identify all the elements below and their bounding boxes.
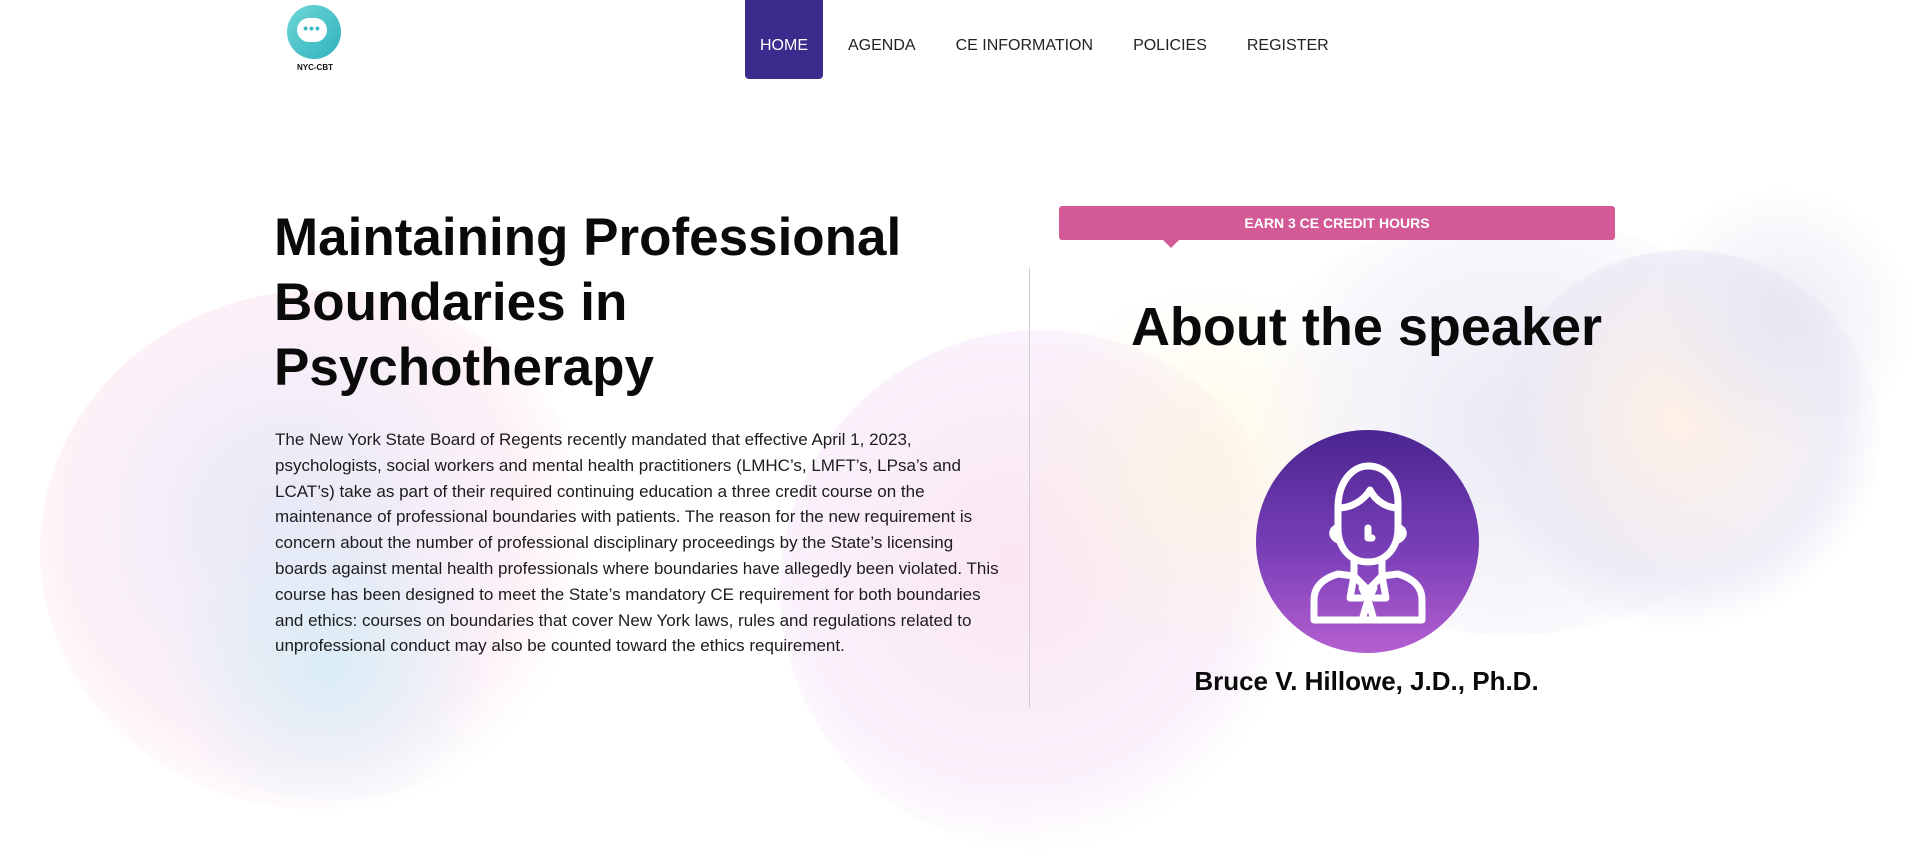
site-logo[interactable]: ••• NYC-CBT bbox=[285, 5, 345, 75]
course-description: The New York State Board of Regents rece… bbox=[275, 430, 999, 656]
person-with-tie-icon bbox=[1310, 462, 1426, 624]
nav-item-register[interactable]: REGISTER bbox=[1232, 0, 1344, 79]
speaker-avatar bbox=[1256, 430, 1479, 653]
page-title: Maintaining Professional Boundaries in P… bbox=[274, 208, 902, 397]
logo-text: NYC-CBT bbox=[297, 63, 333, 72]
background-blob bbox=[1640, 190, 1920, 450]
column-divider bbox=[1029, 268, 1030, 708]
main-nav: HOME AGENDA CE INFORMATION POLICIES REGI… bbox=[745, 0, 1354, 79]
ce-credit-banner: EARN 3 CE CREDIT HOURS bbox=[1059, 206, 1615, 240]
banner-pointer bbox=[1163, 240, 1179, 248]
nav-item-home[interactable]: HOME bbox=[745, 0, 823, 79]
nav-item-agenda[interactable]: AGENDA bbox=[833, 0, 931, 79]
logo-dots: ••• bbox=[303, 20, 321, 36]
speaker-name: Bruce V. Hillowe, J.D., Ph.D. bbox=[1194, 666, 1539, 696]
nav-item-ce-information[interactable]: CE INFORMATION bbox=[941, 0, 1108, 79]
speaker-heading: About the speaker bbox=[1130, 297, 1603, 357]
nav-item-policies[interactable]: POLICIES bbox=[1118, 0, 1222, 79]
